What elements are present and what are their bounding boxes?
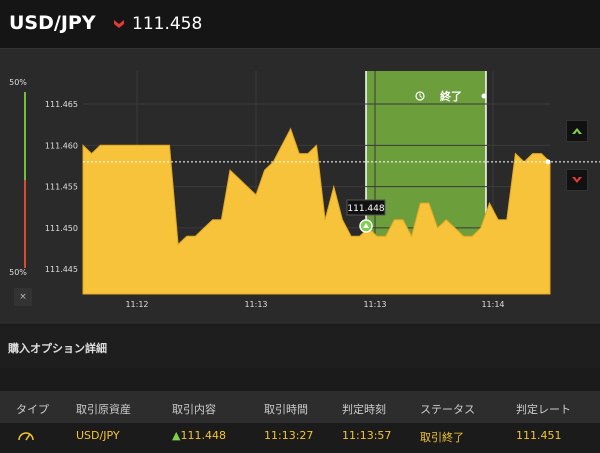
down-arrow-icon xyxy=(114,20,124,28)
gauge-icon xyxy=(18,432,34,441)
row-asset: USD/JPY xyxy=(76,429,120,442)
y-axis: 111.465 111.460 111.455 111.450 111.445 xyxy=(45,100,78,274)
currency-pair: USD/JPY xyxy=(9,12,96,34)
col-status: ステータス xyxy=(420,403,475,416)
expiry-marker xyxy=(481,93,487,99)
row-content-value: 111.448 xyxy=(180,429,226,442)
current-rate: 111.458 xyxy=(132,14,203,34)
row-content: ▲111.448 xyxy=(172,429,226,442)
call-button[interactable] xyxy=(566,120,588,142)
x-tick-label: 11:13 xyxy=(244,300,267,309)
y-tick-label: 111.450 xyxy=(45,224,78,233)
y-tick-label: 111.460 xyxy=(45,141,78,150)
x-axis: 11:12 11:13 11:13 11:14 xyxy=(125,300,504,309)
col-judge-time: 判定時刻 xyxy=(342,403,386,416)
y-tick-label: 111.465 xyxy=(45,100,78,109)
up-arrow-icon xyxy=(572,128,582,134)
col-judge-rate: 判定レート xyxy=(516,403,571,416)
y-tick-label: 111.445 xyxy=(45,265,78,274)
table-header: タイプ 取引原資産 取引内容 取引時間 判定時刻 ステータス 判定レート xyxy=(0,391,600,423)
current-level-dot xyxy=(545,159,551,165)
y-tick-label: 111.455 xyxy=(45,183,78,192)
down-arrow-icon xyxy=(572,177,582,183)
row-trade-time: 11:13:27 xyxy=(264,429,314,442)
put-button[interactable] xyxy=(566,169,588,191)
x-tick-label: 11:14 xyxy=(481,300,504,309)
row-status: 取引終了 xyxy=(420,431,464,444)
table-row[interactable]: USD/JPY ▲111.448 11:13:27 11:13:57 取引終了 … xyxy=(0,423,600,449)
col-asset: 取引原資産 xyxy=(76,403,131,416)
col-type: タイプ xyxy=(16,403,49,416)
entry-price-label: 111.448 xyxy=(347,204,384,214)
row-judge-rate: 111.451 xyxy=(516,429,562,442)
price-chart: 111.465 111.460 111.455 111.450 111.445 11:1… xyxy=(45,71,600,309)
expiry-label: 終了 xyxy=(440,89,462,103)
col-trade-time: 取引時間 xyxy=(264,403,308,416)
purchase-details-section: 購入オプション詳細 xyxy=(0,326,600,368)
x-tick-label: 11:13 xyxy=(363,300,386,309)
header-bar: USD/JPY 111.458 xyxy=(0,0,600,49)
section-title: 購入オプション詳細 xyxy=(8,342,107,355)
x-tick-label: 11:12 xyxy=(125,300,148,309)
col-content: 取引内容 xyxy=(172,403,216,416)
row-judge-time: 11:13:57 xyxy=(342,429,392,442)
